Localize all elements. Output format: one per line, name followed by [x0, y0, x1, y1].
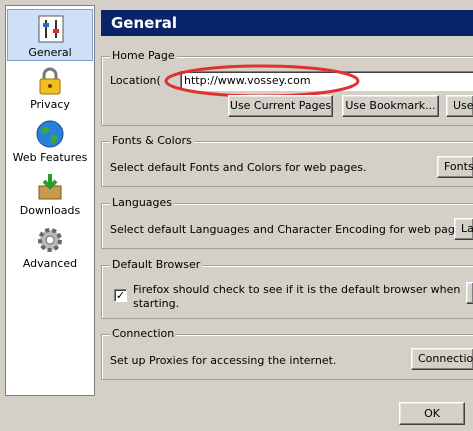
use-current-pages-button[interactable]: Use Current Pages: [228, 95, 333, 117]
default-browser-text-line2: starting.: [133, 297, 180, 310]
default-browser-checkbox[interactable]: ✓: [114, 289, 127, 302]
panel-header: General: [101, 10, 473, 36]
sidebar-item-advanced[interactable]: Advanced: [7, 221, 93, 273]
sidebar-item-label: Downloads: [19, 204, 81, 217]
location-input[interactable]: http://www.vossey.com: [180, 71, 473, 91]
check-now-button[interactable]: [466, 282, 473, 304]
use-bookmark-button[interactable]: Use Bookmark...: [342, 95, 439, 117]
home-page-group: Home Page Location( http://www.vossey.co…: [101, 49, 473, 126]
page-title: General: [111, 14, 177, 32]
sidebar-item-label: Privacy: [30, 98, 70, 111]
category-sidebar: General Privacy Web Features Downloads A…: [5, 5, 95, 396]
languages-button[interactable]: La: [454, 218, 473, 240]
globe-icon: [36, 120, 64, 148]
sidebar-item-label: General: [28, 46, 72, 59]
default-browser-group: Default Browser ✓ Firefox should check t…: [101, 258, 473, 319]
sidebar-item-label: Advanced: [22, 257, 78, 270]
fonts-description: Select default Fonts and Colors for web …: [110, 161, 367, 174]
default-browser-text-line1: Firefox should check to see if it is the…: [133, 283, 461, 296]
home-page-legend: Home Page: [110, 49, 177, 62]
location-value: http://www.vossey.com: [184, 74, 311, 87]
connection-group: Connection Set up Proxies for accessing …: [101, 327, 473, 380]
languages-group: Languages Select default Languages and C…: [101, 196, 473, 249]
languages-description: Select default Languages and Character E…: [110, 223, 471, 236]
location-label: Location(: [110, 74, 161, 87]
sidebar-item-downloads[interactable]: Downloads: [7, 168, 93, 220]
gear-icon: [38, 228, 62, 252]
general-settings-icon: [38, 15, 64, 43]
connection-description: Set up Proxies for accessing the interne…: [110, 354, 337, 367]
connection-legend: Connection: [110, 327, 177, 340]
fonts-colors-group: Fonts & Colors Select default Fonts and …: [101, 134, 473, 187]
sidebar-item-general[interactable]: General: [7, 9, 93, 61]
default-browser-legend: Default Browser: [110, 258, 203, 271]
sidebar-item-label: Web Features: [12, 151, 88, 164]
sidebar-item-privacy[interactable]: Privacy: [7, 62, 93, 114]
sidebar-item-web-features[interactable]: Web Features: [7, 115, 93, 167]
languages-legend: Languages: [110, 196, 175, 209]
fonts-button[interactable]: Fonts: [437, 156, 473, 178]
download-box-icon: [38, 174, 62, 200]
connection-settings-button[interactable]: Connection: [411, 348, 473, 370]
padlock-icon: [39, 67, 61, 95]
fonts-colors-legend: Fonts & Colors: [110, 134, 194, 147]
ok-button[interactable]: OK: [399, 402, 465, 425]
use-blank-page-button[interactable]: Use: [446, 95, 473, 117]
